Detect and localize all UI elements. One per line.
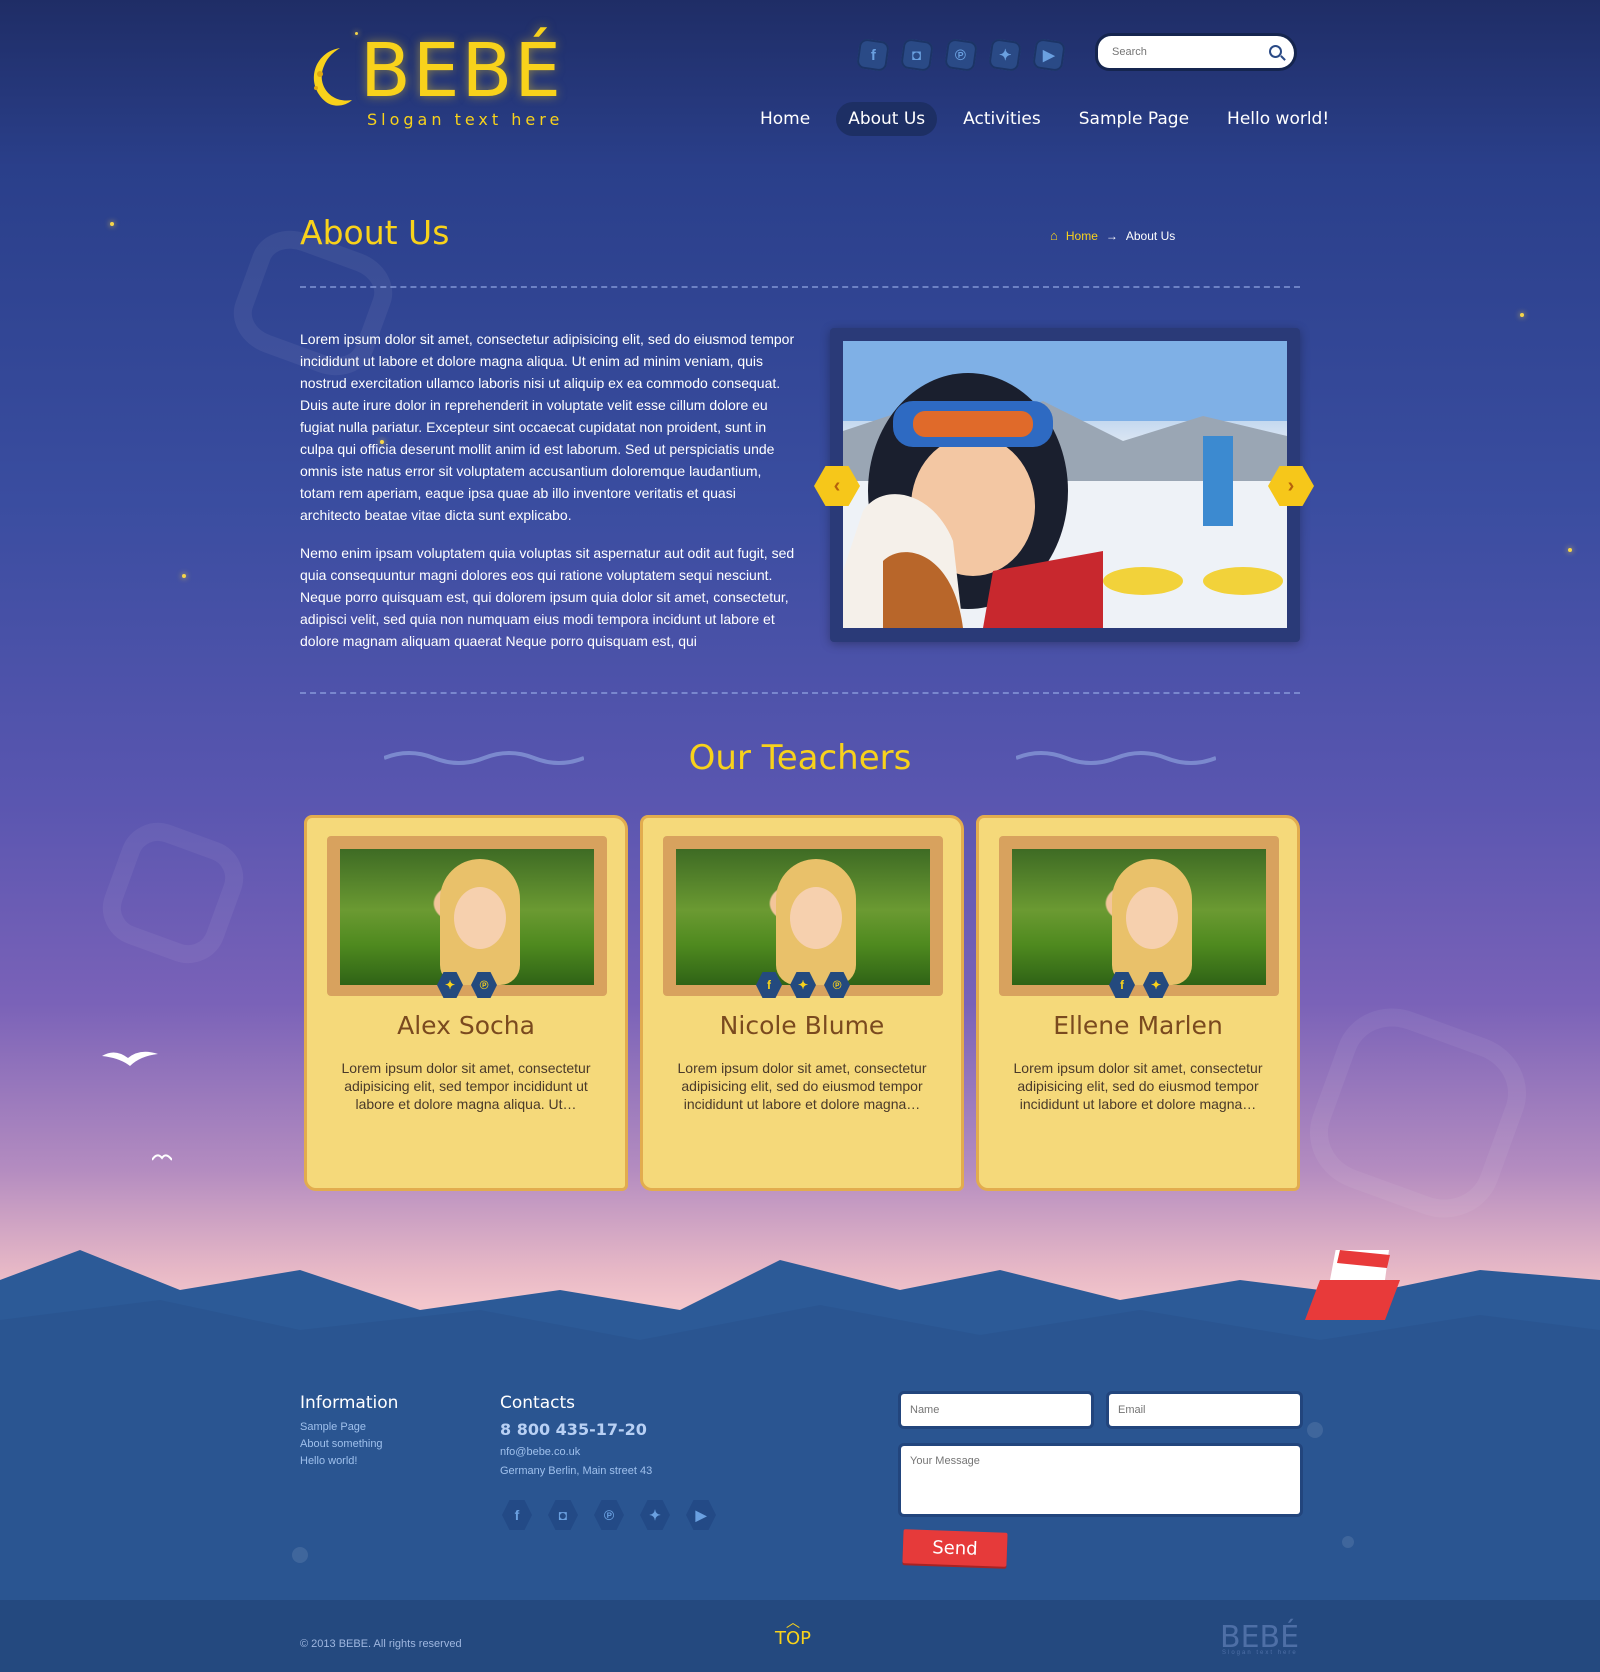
send-button[interactable]: Send bbox=[902, 1529, 1008, 1567]
page-title: About Us bbox=[300, 213, 450, 252]
bird-icon bbox=[152, 1154, 172, 1161]
facebook-icon[interactable]: f bbox=[502, 1500, 532, 1530]
teacher-name[interactable]: Ellene Marlen bbox=[979, 1011, 1297, 1040]
pinterest-icon[interactable]: ℗ bbox=[471, 972, 497, 998]
message-field[interactable] bbox=[901, 1446, 1300, 1514]
image-slider bbox=[830, 328, 1300, 642]
teacher-photo bbox=[1012, 849, 1266, 985]
footer-address: Germany Berlin, Main street 43 bbox=[500, 1465, 653, 1477]
copyright: © 2013 BEBE. All rights reserved bbox=[300, 1638, 462, 1650]
teacher-photo bbox=[676, 849, 930, 985]
brand-slogan: Slogan text here bbox=[367, 110, 564, 129]
footer-link[interactable]: Sample Page bbox=[300, 1421, 366, 1433]
footer-phone: 8 800 435-17-20 bbox=[500, 1420, 647, 1439]
bird-icon bbox=[102, 1051, 158, 1066]
email-field[interactable] bbox=[1109, 1394, 1300, 1426]
youtube-icon[interactable]: ▶ bbox=[1032, 38, 1066, 72]
search-box bbox=[1098, 36, 1294, 68]
footer-email[interactable]: nfo@bebe.co.uk bbox=[500, 1446, 580, 1458]
sea-background bbox=[0, 1250, 1600, 1672]
pinterest-icon[interactable]: ℗ bbox=[594, 1500, 624, 1530]
teacher-desc: Lorem ipsum dolor sit amet, consectetur … bbox=[677, 1060, 927, 1112]
teacher-card[interactable]: f ✦ ℗ Nicole Blume Lorem ipsum dolor sit… bbox=[640, 815, 964, 1191]
twitter-icon[interactable]: ✦ bbox=[790, 972, 816, 998]
name-field[interactable] bbox=[901, 1394, 1091, 1426]
footer-link[interactable]: About something bbox=[300, 1438, 383, 1450]
home-icon[interactable]: ⌂ bbox=[1050, 228, 1058, 243]
back-to-top-label: TOP bbox=[775, 1628, 812, 1649]
nav-home[interactable]: Home bbox=[748, 102, 822, 136]
nav-hello-world[interactable]: Hello world! bbox=[1215, 102, 1341, 136]
search-input[interactable] bbox=[1110, 45, 1264, 59]
facebook-icon[interactable]: f bbox=[1109, 972, 1135, 998]
search-icon[interactable] bbox=[1269, 45, 1282, 58]
footer-link[interactable]: Hello world! bbox=[300, 1455, 357, 1467]
about-paragraph-1: Lorem ipsum dolor sit amet, consectetur … bbox=[300, 331, 795, 523]
header-socials: f ◘ ℗ ✦ ▶ bbox=[856, 38, 1066, 72]
slide-photo bbox=[843, 341, 1287, 628]
teacher-photo-frame: f ✦ bbox=[999, 836, 1279, 998]
nav-sample-page[interactable]: Sample Page bbox=[1067, 102, 1201, 136]
footer-logo-slogan: Slogan text here bbox=[1222, 1650, 1298, 1656]
teacher-photo-frame: ✦ ℗ bbox=[327, 836, 607, 998]
facebook-icon[interactable]: f bbox=[856, 38, 890, 72]
teacher-photo-frame: f ✦ ℗ bbox=[663, 836, 943, 998]
twitter-icon[interactable]: ✦ bbox=[1143, 972, 1169, 998]
facebook-icon[interactable]: f bbox=[756, 972, 782, 998]
teacher-card[interactable]: f ✦ Ellene Marlen Lorem ipsum dolor sit … bbox=[976, 815, 1300, 1191]
back-to-top-button[interactable]: ︿ TOP bbox=[775, 1615, 812, 1649]
moon-logo-icon bbox=[313, 48, 352, 106]
twitter-icon[interactable]: ✦ bbox=[437, 972, 463, 998]
teacher-desc: Lorem ipsum dolor sit amet, consectetur … bbox=[341, 1060, 591, 1112]
breadcrumb: ⌂ Home → About Us bbox=[1050, 228, 1175, 243]
breadcrumb-arrow: → bbox=[1105, 228, 1118, 243]
teacher-photo bbox=[340, 849, 594, 985]
teacher-desc: Lorem ipsum dolor sit amet, consectetur … bbox=[1013, 1060, 1263, 1112]
footer-info-title: Information bbox=[300, 1393, 399, 1413]
nav-activities[interactable]: Activities bbox=[951, 102, 1053, 136]
footer-contacts-title: Contacts bbox=[500, 1393, 575, 1413]
teacher-card[interactable]: ✦ ℗ Alex Socha Lorem ipsum dolor sit ame… bbox=[304, 815, 628, 1191]
pinterest-icon[interactable]: ℗ bbox=[944, 38, 978, 72]
nav-about-us[interactable]: About Us bbox=[836, 102, 938, 136]
instagram-icon[interactable]: ◘ bbox=[548, 1500, 578, 1530]
twitter-icon[interactable]: ✦ bbox=[640, 1500, 670, 1530]
brand-logo[interactable]: BEBÉ bbox=[360, 28, 563, 114]
breadcrumb-current: About Us bbox=[1125, 228, 1176, 243]
twitter-icon[interactable]: ✦ bbox=[988, 38, 1022, 72]
footer-socials: f ◘ ℗ ✦ ▶ bbox=[502, 1500, 716, 1530]
teacher-name[interactable]: Nicole Blume bbox=[643, 1011, 961, 1040]
divider bbox=[300, 692, 1300, 694]
about-paragraph-2: Nemo enim ipsam voluptatem quia voluptas… bbox=[300, 545, 795, 649]
breadcrumb-home[interactable]: Home bbox=[1066, 229, 1098, 243]
teachers-title: Our Teachers bbox=[688, 738, 912, 778]
pinterest-icon[interactable]: ℗ bbox=[824, 972, 850, 998]
main-nav: Home About Us Activities Sample Page Hel… bbox=[748, 102, 1341, 136]
teacher-name[interactable]: Alex Socha bbox=[307, 1011, 625, 1040]
chevron-up-icon: ︿ bbox=[786, 1615, 801, 1631]
youtube-icon[interactable]: ▶ bbox=[686, 1500, 716, 1530]
divider bbox=[300, 286, 1300, 288]
instagram-icon[interactable]: ◘ bbox=[900, 38, 934, 72]
